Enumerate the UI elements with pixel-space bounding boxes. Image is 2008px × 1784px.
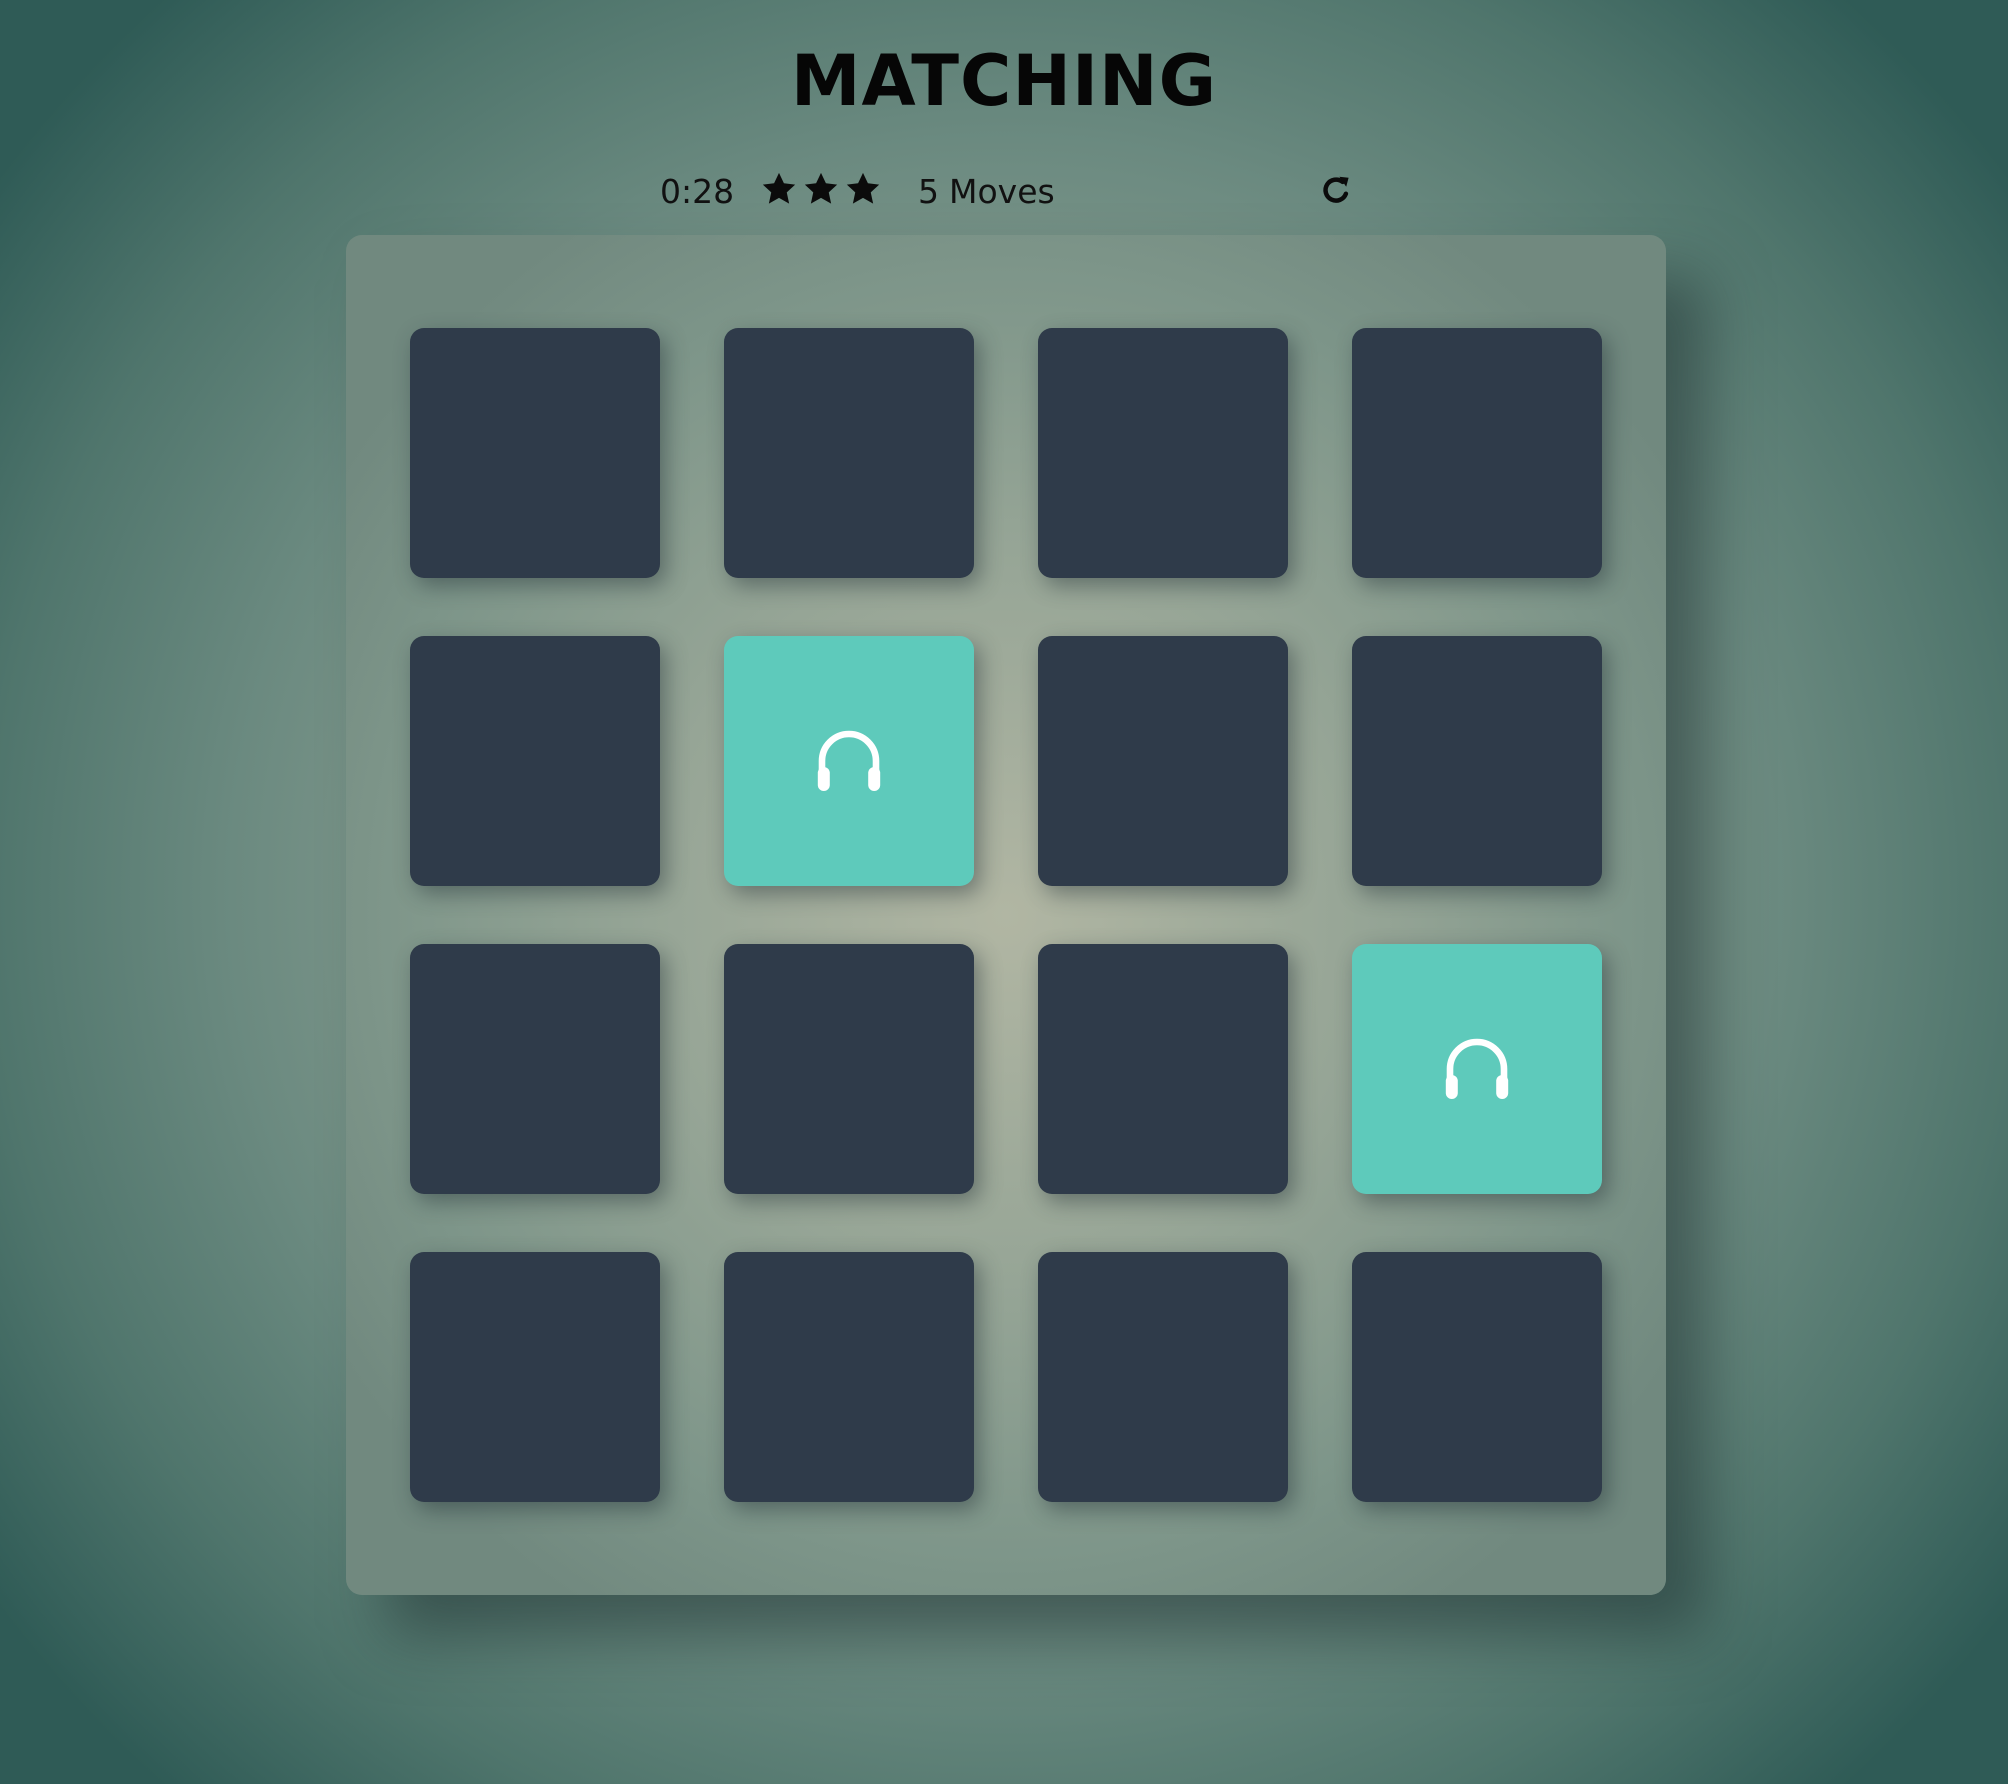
game-title: MATCHING: [790, 40, 1218, 122]
card-deck: [346, 235, 1666, 1595]
headphones-icon: [817, 730, 881, 791]
timer: 0:28: [660, 172, 735, 211]
moves-count: 5: [918, 172, 939, 211]
card[interactable]: [1352, 636, 1602, 886]
card[interactable]: [1038, 636, 1288, 886]
star-icon: [762, 172, 796, 204]
moves-label: Moves: [949, 172, 1055, 211]
card[interactable]: [410, 328, 660, 578]
card[interactable]: [410, 1252, 660, 1502]
card[interactable]: [1352, 944, 1602, 1194]
card[interactable]: [724, 328, 974, 578]
card[interactable]: [410, 944, 660, 1194]
card[interactable]: [1038, 328, 1288, 578]
card[interactable]: [1038, 1252, 1288, 1502]
star-icon: [804, 172, 838, 204]
restart-icon[interactable]: [1318, 172, 1354, 208]
moves-counter: 5 Moves: [918, 172, 1055, 211]
card[interactable]: [724, 636, 974, 886]
card[interactable]: [1352, 1252, 1602, 1502]
star-icon: [846, 172, 880, 204]
card[interactable]: [724, 944, 974, 1194]
headphones-icon: [1445, 1038, 1509, 1099]
card[interactable]: [724, 1252, 974, 1502]
card[interactable]: [410, 636, 660, 886]
card[interactable]: [1038, 944, 1288, 1194]
score-panel: 0:28 5 Moves: [660, 168, 1360, 216]
star-rating: [760, 170, 882, 208]
card[interactable]: [1352, 328, 1602, 578]
